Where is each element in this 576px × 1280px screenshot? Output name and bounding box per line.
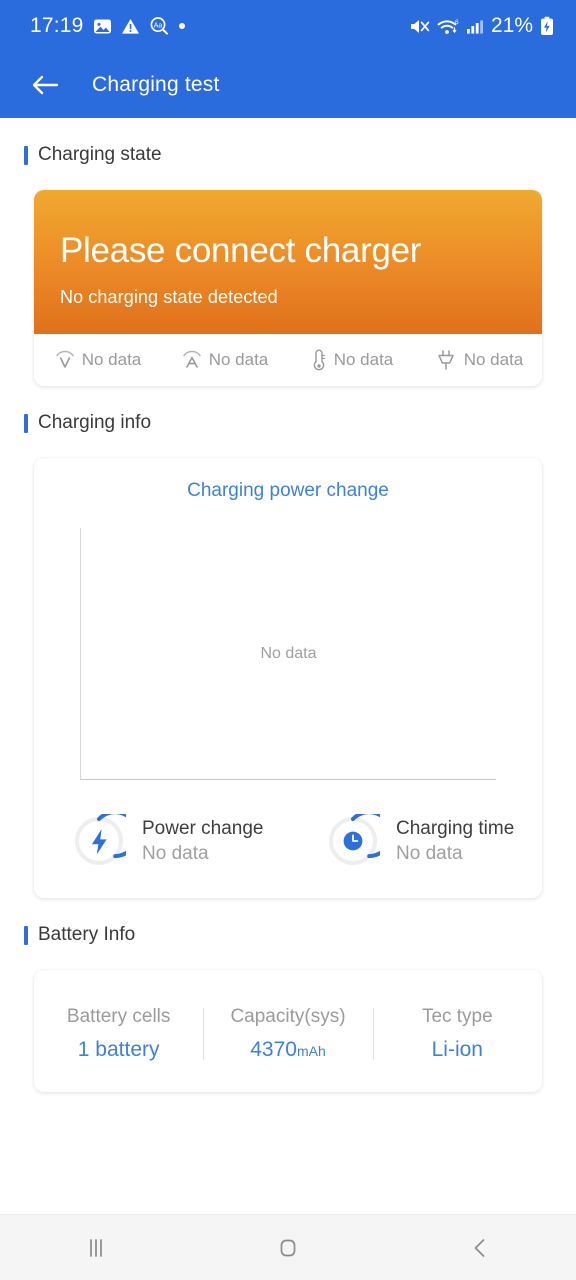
home-icon [274, 1235, 302, 1261]
tec-type-column: Tec type Li-ion [372, 1006, 542, 1062]
recents-icon [82, 1235, 110, 1261]
section-title-charging-info: Charging info [38, 412, 152, 433]
battery-cells-label: Battery cells [66, 1006, 171, 1027]
status-bar: 17:19 Aa 6 21% [0, 0, 576, 52]
tec-type-label: Tec type [421, 1006, 493, 1027]
chart-title: Charging power change [187, 480, 389, 501]
wifi-icon: 6 [437, 17, 459, 36]
section-accent-bar [24, 413, 28, 433]
status-bar-left: 17:19 Aa [30, 14, 186, 38]
cellular-signal-icon [466, 17, 484, 36]
charging-metrics-row: No data No data No data No data [34, 334, 542, 386]
capacity-value-wrap: 4370mAh [203, 1038, 372, 1062]
chart-empty-label: No data [260, 644, 317, 662]
tec-type-value: Li-ion [431, 1038, 483, 1061]
text-search-icon: Aa [149, 16, 169, 36]
charging-info-card: Charging power change No data Power chan… [34, 458, 542, 898]
warning-triangle-icon [121, 17, 140, 36]
page-content: Charging state Please connect charger No… [0, 118, 576, 1280]
metric-voltage-value: No data [81, 350, 142, 369]
section-accent-bar [24, 925, 28, 945]
section-title-battery-info: Battery Info [38, 924, 136, 945]
section-header-battery-info: Battery Info [0, 898, 576, 946]
metric-temperature: No data [288, 347, 415, 373]
home-button[interactable] [248, 1221, 328, 1275]
section-title-charging-state: Charging state [38, 144, 162, 165]
svg-text:6: 6 [455, 19, 459, 26]
stat-charging-time-label: Charging time [396, 817, 515, 839]
image-icon [93, 17, 112, 36]
status-time: 17:19 [30, 14, 84, 37]
stat-power-change: Power change No data [34, 810, 288, 868]
metric-plug: No data [415, 347, 542, 373]
section-header-charging-info: Charging info [0, 386, 576, 434]
battery-cells-value: 1 battery [77, 1038, 160, 1061]
charging-stats-row: Power change No data Charging time No da… [34, 780, 542, 898]
status-bar-right: 6 21% [409, 14, 554, 38]
nav-back-button[interactable] [440, 1221, 520, 1275]
stat-charging-time-text: Charging time No data [396, 818, 514, 865]
charging-state-banner: Please connect charger No charging state… [34, 190, 542, 334]
capacity-value: 4370 [250, 1038, 297, 1061]
stat-charging-time: Charging time No data [288, 810, 542, 868]
back-arrow-icon [30, 73, 60, 97]
metric-amperage-value: No data [208, 350, 269, 369]
battery-percent-label: 21% [490, 14, 533, 37]
capacity-label: Capacity(sys) [230, 1006, 346, 1027]
section-header-charging-state: Charging state [0, 118, 576, 166]
battery-info-row: Battery cells 1 battery Capacity(sys) 43… [34, 1006, 542, 1062]
thermometer-icon [310, 347, 328, 373]
metric-voltage: No data [34, 348, 161, 372]
charging-state-subtitle: No charging state detected [60, 287, 278, 307]
metric-amperage: No data [161, 348, 288, 372]
lightning-bolt-ring-icon [72, 810, 139, 868]
stat-power-change-text: Power change No data [142, 818, 263, 865]
svg-text:Aa: Aa [153, 23, 162, 30]
stat-power-change-label: Power change [142, 817, 264, 839]
battery-cells-column: Battery cells 1 battery [34, 1006, 203, 1062]
app-bar: Charging test [0, 52, 576, 118]
amperage-icon [181, 348, 203, 372]
voltage-icon [54, 348, 76, 372]
metric-plug-value: No data [463, 350, 524, 369]
clock-ring-icon [326, 810, 393, 868]
section-accent-bar [24, 145, 28, 165]
capacity-unit: mAh [296, 1043, 326, 1059]
charging-state-headline: Please connect charger [60, 231, 422, 270]
nav-back-icon [466, 1235, 494, 1261]
dot-icon [178, 22, 186, 30]
stat-power-change-value: No data [142, 842, 209, 864]
page-title: Charging test [92, 73, 220, 96]
back-button[interactable] [28, 68, 62, 102]
battery-charging-icon [540, 16, 554, 36]
charging-power-chart: No data [80, 528, 496, 780]
recents-button[interactable] [56, 1221, 136, 1275]
stat-charging-time-value: No data [396, 842, 463, 864]
capacity-column: Capacity(sys) 4370mAh [203, 1006, 372, 1062]
charging-state-card: Please connect charger No charging state… [34, 190, 542, 386]
system-nav-bar [0, 1214, 576, 1280]
battery-info-card: Battery cells 1 battery Capacity(sys) 43… [34, 970, 542, 1092]
plug-icon [434, 347, 458, 373]
mute-icon [409, 17, 430, 36]
metric-temperature-value: No data [333, 350, 394, 369]
